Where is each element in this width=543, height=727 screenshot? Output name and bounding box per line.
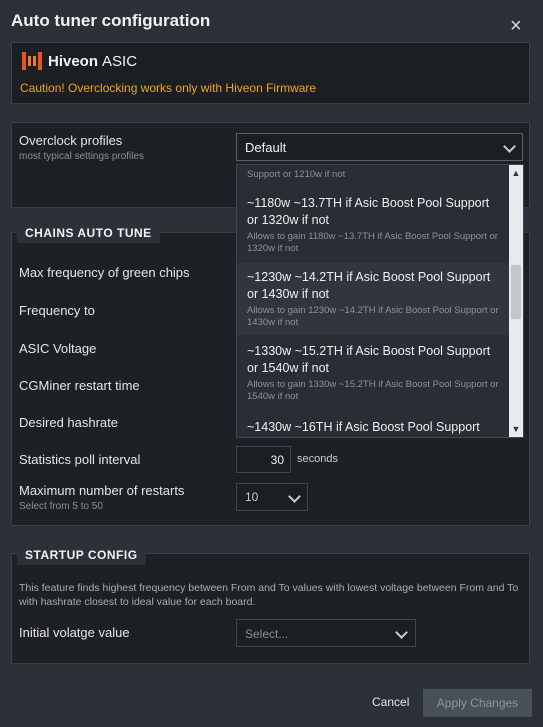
- overclock-dropdown-list[interactable]: Support or 1210w if not ~1180w ~13.7TH i…: [236, 164, 524, 438]
- overclock-selected-value: Default: [245, 140, 287, 155]
- scroll-up-icon[interactable]: ▲: [509, 167, 523, 179]
- max-restarts-label: Maximum number of restarts: [19, 483, 185, 498]
- close-icon[interactable]: ×: [510, 16, 526, 36]
- overclock-option[interactable]: ~1430w ~16TH if Asic Boost Pool Support: [237, 417, 510, 437]
- brand-sub: ASIC: [102, 52, 138, 70]
- initial-voltage-placeholder: Select...: [245, 627, 289, 641]
- cgminer-restart-label: CGMiner restart time: [19, 378, 140, 393]
- option-title: ~1330w ~15.2TH if Asic Boost Pool Suppor…: [247, 344, 491, 375]
- overclock-option[interactable]: ~1180w ~13.7TH if Asic Boost Pool Suppor…: [237, 191, 510, 261]
- overclock-sublabel: most typical settings profiles: [19, 151, 145, 162]
- overclock-profile-select[interactable]: Default: [236, 133, 523, 161]
- option-desc: Allows to gain 1330w ~15.2TH if Asic Boo…: [247, 379, 499, 402]
- dialog-title: Auto tuner configuration: [11, 11, 211, 30]
- poll-interval-unit: seconds: [297, 453, 338, 465]
- max-restarts-sublabel: Select from 5 to 50: [19, 501, 103, 512]
- chevron-down-icon: [288, 490, 301, 503]
- brand-logo: Hiveon ASIC: [22, 52, 137, 70]
- option-desc: Allows to gain 1180w ~13.7TH if Asic Boo…: [247, 231, 498, 254]
- chevron-down-icon: [395, 626, 408, 639]
- option-title: ~1180w ~13.7TH if Asic Boost Pool Suppor…: [247, 196, 490, 227]
- poll-interval-input[interactable]: 30: [236, 446, 291, 473]
- dropdown-scrollbar[interactable]: ▲ ▼: [509, 165, 523, 437]
- hiveon-logo-icon: [22, 52, 42, 70]
- max-restarts-select[interactable]: 10: [236, 483, 308, 511]
- overclock-option[interactable]: ~1330w ~15.2TH if Asic Boost Pool Suppor…: [237, 339, 510, 411]
- initial-voltage-label: Initial volatge value: [19, 625, 130, 640]
- desired-hashrate-label: Desired hashrate: [19, 415, 118, 430]
- option-title: Support or 1210w if not: [247, 169, 346, 180]
- option-desc: Allows to gain 1230w ~14.2TH if Asic Boo…: [247, 305, 499, 328]
- brand-name: Hiveon: [48, 52, 99, 70]
- poll-interval-label: Statistics poll interval: [19, 452, 141, 467]
- overclock-option[interactable]: ~1230w ~14.2TH if Asic Boost Pool Suppor…: [237, 263, 510, 335]
- startup-section-title: STARTUP CONFIG: [17, 545, 146, 565]
- asic-voltage-label: ASIC Voltage: [19, 341, 97, 356]
- overclock-label: Overclock profiles: [19, 133, 123, 148]
- frequency-to-label: Frequency to: [19, 303, 95, 318]
- scrollbar-thumb[interactable]: [511, 265, 521, 319]
- apply-changes-button[interactable]: Apply Changes: [423, 689, 532, 717]
- startup-description: This feature finds highest frequency bet…: [19, 582, 519, 608]
- cancel-button[interactable]: Cancel: [372, 695, 409, 709]
- caution-text: Caution! Overclocking works only with Hi…: [20, 81, 317, 95]
- brand-box: Hiveon ASIC Caution! Overclocking works …: [11, 42, 530, 104]
- max-restarts-value: 10: [245, 490, 259, 504]
- overclock-option[interactable]: Support or 1210w if not: [237, 169, 510, 181]
- max-frequency-label: Max frequency of green chips: [19, 265, 190, 280]
- initial-voltage-select[interactable]: Select...: [236, 619, 416, 647]
- option-title: ~1230w ~14.2TH if Asic Boost Pool Suppor…: [247, 270, 491, 301]
- chains-section-title: CHAINS AUTO TUNE: [17, 223, 160, 243]
- chevron-down-icon: [503, 140, 516, 153]
- option-title: ~1430w ~16TH if Asic Boost Pool Support: [247, 420, 480, 434]
- scroll-down-icon[interactable]: ▼: [509, 423, 523, 435]
